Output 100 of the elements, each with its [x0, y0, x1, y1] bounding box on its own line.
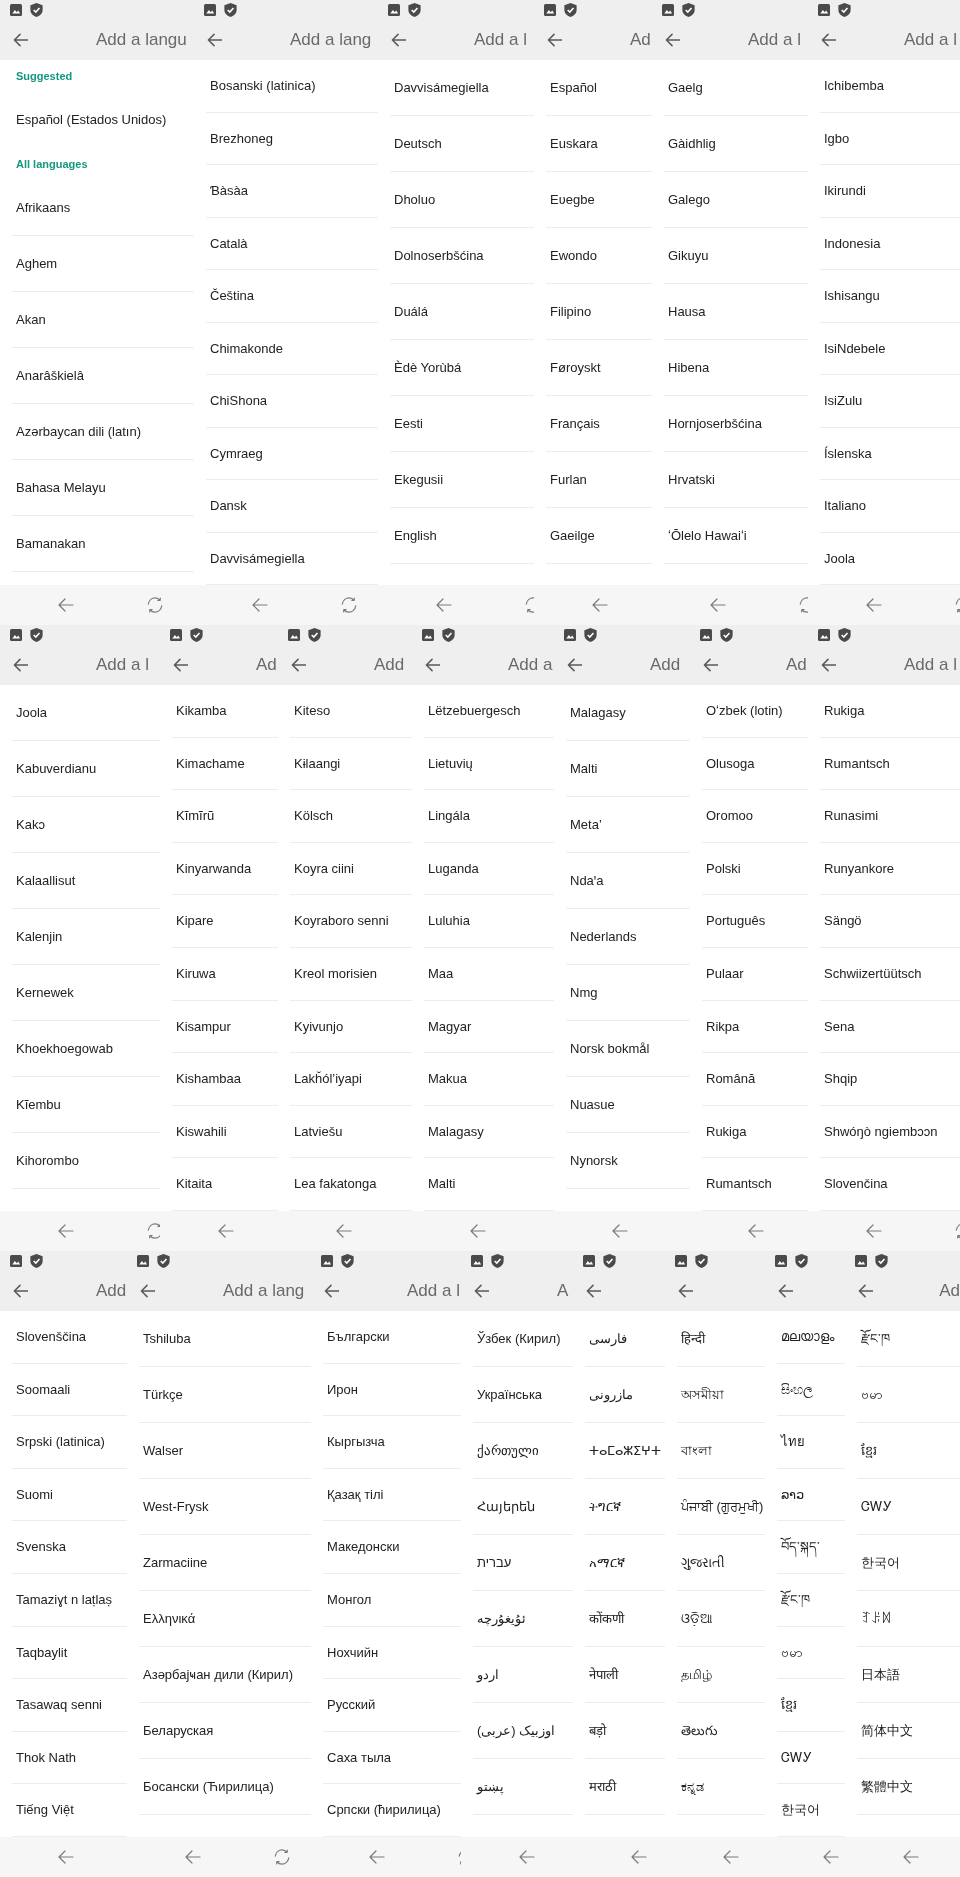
- back-arrow-icon[interactable]: [709, 598, 726, 612]
- screen-title: Add a langu: [96, 29, 187, 52]
- back-arrow-icon[interactable]: [13, 1284, 28, 1298]
- language-item[interactable]: Ishisangu: [820, 270, 960, 323]
- back-arrow-icon[interactable]: [184, 1850, 201, 1864]
- back-arrow-icon[interactable]: [425, 658, 440, 672]
- back-arrow-icon[interactable]: [391, 33, 406, 47]
- language-item[interactable]: ខ្មែរ: [857, 1423, 960, 1479]
- back-arrow-icon[interactable]: [778, 1284, 793, 1298]
- language-item[interactable]: Ichibemba: [820, 60, 960, 113]
- language-item[interactable]: Rumantsch: [820, 737, 960, 791]
- back-arrow-icon[interactable]: [591, 598, 608, 612]
- back-arrow-icon[interactable]: [567, 658, 582, 672]
- language-item[interactable]: Runasimi: [820, 790, 960, 843]
- language-item[interactable]: Español (Estados Unidos): [12, 92, 194, 148]
- screen-title: Add a l: [904, 654, 957, 677]
- back-arrow-icon[interactable]: [611, 1224, 628, 1238]
- back-arrow-icon[interactable]: [173, 658, 188, 672]
- back-arrow-icon[interactable]: [858, 1284, 873, 1298]
- language-item[interactable]: Sängö: [820, 895, 960, 948]
- back-arrow-icon[interactable]: [865, 1224, 882, 1238]
- shield-check-icon: [408, 3, 421, 17]
- language-item[interactable]: ᏣᎳᎩ: [857, 1479, 960, 1535]
- back-arrow-icon[interactable]: [335, 1224, 352, 1238]
- language-item[interactable]: ꆈꌠꉙ: [857, 1591, 960, 1647]
- language-item[interactable]: 简体中文: [857, 1703, 960, 1759]
- back-arrow-icon[interactable]: [13, 33, 28, 47]
- language-item[interactable]: Sena: [820, 1000, 960, 1054]
- back-arrow-icon[interactable]: [586, 1284, 601, 1298]
- language-item[interactable]: རྫོང་ཁ: [857, 1311, 960, 1367]
- back-arrow-icon[interactable]: [722, 1850, 739, 1864]
- back-arrow-icon[interactable]: [822, 1850, 839, 1864]
- back-arrow-icon[interactable]: [140, 1284, 155, 1298]
- screen-title: Ad: [256, 654, 277, 677]
- rotate-icon[interactable]: [524, 596, 534, 614]
- language-item[interactable]: ဗမာ: [857, 1367, 960, 1423]
- back-arrow-icon[interactable]: [291, 658, 306, 672]
- back-arrow-icon[interactable]: [57, 598, 74, 612]
- language-item[interactable]: Shwóŋò ngiembɔɔn: [820, 1105, 960, 1159]
- image-icon: [775, 1255, 787, 1267]
- image-icon: [321, 1255, 333, 1267]
- back-arrow-icon[interactable]: [865, 598, 882, 612]
- screen-title: Add: [96, 1280, 127, 1303]
- rotate-icon[interactable]: [798, 596, 808, 614]
- image-icon: [471, 1255, 483, 1267]
- back-arrow-icon[interactable]: [13, 658, 28, 672]
- screen-title: Add a l: [407, 1280, 460, 1303]
- back-arrow-icon[interactable]: [469, 1224, 486, 1238]
- back-arrow-icon[interactable]: [747, 1224, 764, 1238]
- shield-check-icon: [341, 1254, 354, 1268]
- rotate-icon[interactable]: [954, 596, 960, 614]
- rotate-icon[interactable]: [146, 596, 164, 614]
- image-icon: [288, 629, 300, 641]
- image-icon: [544, 4, 556, 16]
- back-arrow-icon[interactable]: [368, 1850, 385, 1864]
- back-arrow-icon[interactable]: [207, 33, 222, 47]
- back-arrow-icon[interactable]: [217, 1224, 234, 1238]
- back-arrow-icon[interactable]: [57, 1850, 74, 1864]
- back-arrow-icon[interactable]: [435, 598, 452, 612]
- language-item[interactable]: Slovenčina: [820, 1158, 960, 1211]
- language-item[interactable]: Schwiizertüütsch: [820, 947, 960, 1001]
- back-arrow-icon[interactable]: [902, 1850, 919, 1864]
- rotate-icon[interactable]: [273, 1848, 291, 1866]
- back-arrow-icon[interactable]: [703, 658, 718, 672]
- language-item[interactable]: 한국어: [857, 1535, 960, 1591]
- shield-check-icon: [30, 628, 43, 642]
- rotate-icon[interactable]: [340, 596, 358, 614]
- back-arrow-icon[interactable]: [665, 33, 680, 47]
- back-arrow-icon[interactable]: [251, 598, 268, 612]
- back-arrow-icon[interactable]: [474, 1284, 489, 1298]
- rotate-icon[interactable]: [954, 1222, 960, 1240]
- back-arrow-icon[interactable]: [547, 33, 562, 47]
- language-item[interactable]: Indonesia: [820, 217, 960, 270]
- back-arrow-icon[interactable]: [821, 658, 836, 672]
- language-item[interactable]: Íslenska: [820, 427, 960, 480]
- back-arrow-icon[interactable]: [324, 1284, 339, 1298]
- image-icon: [675, 1255, 687, 1267]
- language-item[interactable]: Italiano: [820, 480, 960, 533]
- image-icon: [662, 4, 674, 16]
- image-icon: [10, 1255, 22, 1267]
- language-item[interactable]: IsiNdebele: [820, 322, 960, 375]
- screen-title: Add a lang: [290, 29, 372, 52]
- image-icon: [10, 629, 22, 641]
- image-icon: [204, 4, 216, 16]
- rotate-icon[interactable]: [146, 1222, 160, 1240]
- back-arrow-icon[interactable]: [630, 1850, 647, 1864]
- language-item[interactable]: 日本語: [857, 1647, 960, 1703]
- screen-title: Add: [374, 654, 405, 677]
- language-item[interactable]: Shqip: [820, 1053, 960, 1106]
- language-item[interactable]: Igbo: [820, 112, 960, 165]
- language-item[interactable]: Rukiga: [820, 685, 960, 738]
- language-item[interactable]: IsiZulu: [820, 375, 960, 428]
- back-arrow-icon[interactable]: [518, 1850, 535, 1864]
- language-item[interactable]: 繁體中文: [857, 1759, 960, 1815]
- back-arrow-icon[interactable]: [678, 1284, 693, 1298]
- language-item[interactable]: Runyankore: [820, 842, 960, 896]
- back-arrow-icon[interactable]: [821, 33, 836, 47]
- back-arrow-icon[interactable]: [57, 1224, 74, 1238]
- shield-check-icon: [224, 3, 237, 17]
- language-item[interactable]: Ikirundi: [820, 165, 960, 218]
